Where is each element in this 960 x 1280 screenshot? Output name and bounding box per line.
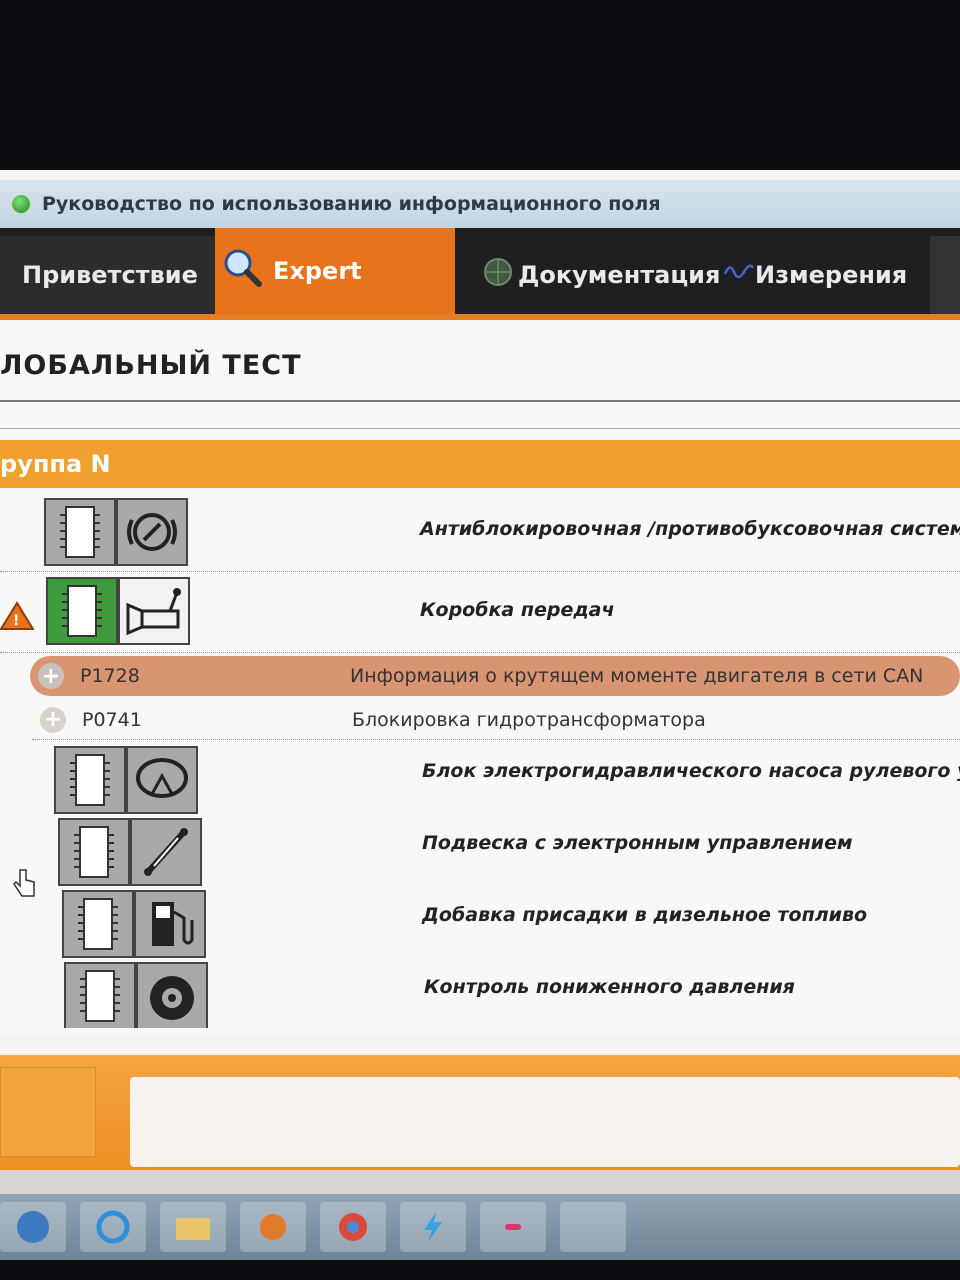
module-label: Подвеска с электронным управлением xyxy=(422,832,853,854)
folder-icon[interactable] xyxy=(160,1202,226,1252)
steering-icon xyxy=(126,746,198,814)
module-label: Блок электрогидравлического насоса рулев… xyxy=(422,760,960,782)
abs-icon xyxy=(116,498,188,566)
tab-measurements-label: Измерения xyxy=(755,261,908,289)
fuel-pump-icon xyxy=(134,890,206,958)
magnifier-icon xyxy=(221,247,263,295)
status-bar xyxy=(0,1170,960,1194)
tab-bar: Приветствие Expert Документация Измерени… xyxy=(0,228,960,320)
main-content: ЛОБАЛЬНЫЙ ТЕСТ руппа N Антиблокировочная… xyxy=(0,320,960,1192)
tab-measurements[interactable]: Измерения xyxy=(710,236,930,314)
globe-icon xyxy=(482,256,514,294)
message-area xyxy=(130,1077,960,1167)
tab-expert-label: Expert xyxy=(273,257,362,285)
taskbar xyxy=(0,1194,960,1260)
module-row[interactable]: Подвеска с электронным управлением xyxy=(0,814,960,886)
ecu-icon xyxy=(58,818,130,886)
divider xyxy=(0,400,960,402)
screen: Руководство по использованию информацион… xyxy=(0,170,960,1260)
module-label: Коробка передач xyxy=(420,599,615,621)
module-row[interactable]: Блок электрогидравлического насоса рулев… xyxy=(0,742,960,814)
hand-cursor-icon xyxy=(12,868,38,904)
lightning-icon[interactable] xyxy=(400,1202,466,1252)
tab-documentation-label: Документация xyxy=(518,261,721,289)
fault-description: Информация о крутящем моменте двигателя … xyxy=(350,665,924,687)
tab-more[interactable] xyxy=(930,236,960,314)
title-bar: Руководство по использованию информацион… xyxy=(0,180,960,228)
ecu-icon xyxy=(46,577,118,645)
fault-row[interactable]: + P0741 Блокировка гидротрансформатора xyxy=(32,700,960,740)
module-label: Антиблокировочная /противобуксовочная си… xyxy=(420,518,960,540)
group-header[interactable]: руппа N xyxy=(0,440,960,488)
bottom-button[interactable] xyxy=(0,1067,96,1157)
chrome-icon[interactable] xyxy=(320,1202,386,1252)
window-title: Руководство по использованию информацион… xyxy=(42,193,661,215)
bottom-panel xyxy=(0,1055,960,1185)
ecu-icon xyxy=(54,746,126,814)
warning-icon: ! xyxy=(0,601,35,635)
module-label: Контроль пониженного давления xyxy=(424,976,795,998)
tab-welcome-label: Приветствие xyxy=(22,261,198,289)
app-taskbar-icon[interactable] xyxy=(480,1202,546,1252)
expand-icon[interactable]: + xyxy=(40,706,66,733)
svg-text:!: ! xyxy=(13,613,19,629)
start-icon[interactable] xyxy=(0,1202,66,1252)
module-label: Добавка присадки в дизельное топливо xyxy=(422,904,868,926)
waveform-icon xyxy=(723,260,755,290)
window-taskbar-icon[interactable] xyxy=(560,1202,626,1252)
page-title: ЛОБАЛЬНЫЙ ТЕСТ xyxy=(0,350,302,381)
fault-code: P0741 xyxy=(82,708,142,731)
fault-description: Блокировка гидротрансформатора xyxy=(352,708,706,731)
module-list: Антиблокировочная /противобуксовочная си… xyxy=(0,488,960,1028)
tire-icon xyxy=(136,962,208,1028)
divider xyxy=(0,428,960,429)
ecu-icon xyxy=(64,962,136,1028)
tab-expert[interactable]: Expert xyxy=(215,228,455,314)
ecu-icon xyxy=(44,498,116,566)
module-row[interactable]: ! Коробка передач xyxy=(0,573,960,653)
ecu-icon xyxy=(62,890,134,958)
fault-row[interactable]: + P1728 Информация о крутящем моменте дв… xyxy=(30,656,960,696)
gearbox-icon xyxy=(118,577,190,645)
tab-documentation[interactable]: Документация xyxy=(468,236,720,314)
module-row[interactable]: Контроль пониженного давления xyxy=(0,958,960,1028)
module-row[interactable]: Антиблокировочная /противобуксовочная си… xyxy=(0,488,960,572)
expand-icon[interactable]: + xyxy=(38,663,64,689)
module-row[interactable]: Добавка присадки в дизельное топливо xyxy=(0,886,960,958)
media-icon[interactable] xyxy=(240,1202,306,1252)
app-icon xyxy=(12,195,30,213)
browser-icon[interactable] xyxy=(80,1202,146,1252)
tab-welcome[interactable]: Приветствие xyxy=(0,236,215,314)
suspension-icon xyxy=(130,818,202,886)
fault-code: P1728 xyxy=(80,665,140,687)
